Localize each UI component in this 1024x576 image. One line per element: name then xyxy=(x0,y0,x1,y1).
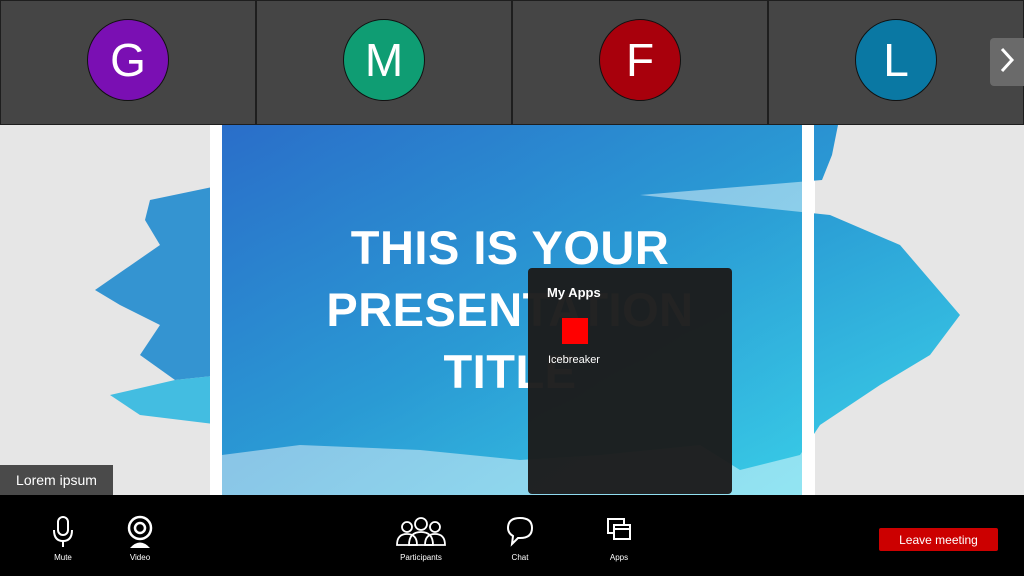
app-item-icebreaker[interactable]: Icebreaker xyxy=(542,316,606,368)
chat-label: Chat xyxy=(511,553,529,562)
camera-icon xyxy=(126,515,154,549)
app-icon xyxy=(562,318,588,344)
mute-button[interactable]: Mute xyxy=(28,515,98,565)
chat-button[interactable]: Chat xyxy=(485,515,555,565)
speaker-name-label: Lorem ipsum xyxy=(0,465,113,495)
chevron-right-icon xyxy=(999,47,1015,78)
video-label: Video xyxy=(129,553,151,562)
participants-label: Participants xyxy=(400,553,442,562)
apps-label: Apps xyxy=(609,553,629,562)
app-label: Icebreaker xyxy=(548,354,600,366)
windows-icon xyxy=(605,515,633,549)
apps-button[interactable]: Apps xyxy=(584,515,654,565)
apps-panel: My Apps Icebreaker xyxy=(528,268,732,494)
participant-strip: G M F L xyxy=(0,0,1024,125)
leave-meeting-button[interactable]: Leave meeting xyxy=(879,528,998,551)
presentation-stage: THIS IS YOUR PRESENTATION TITLE Lorem ip… xyxy=(0,125,1024,495)
participant-tile[interactable]: F xyxy=(512,0,768,125)
apps-panel-title: My Apps xyxy=(547,285,601,300)
avatar: G xyxy=(87,19,169,101)
participant-tile[interactable]: M xyxy=(256,0,512,125)
mute-label: Mute xyxy=(54,553,72,562)
avatar: L xyxy=(855,19,937,101)
microphone-icon xyxy=(50,515,76,549)
participant-tile[interactable]: L xyxy=(768,0,1024,125)
meeting-toolbar: Mute Video Participants Chat Apps Leave … xyxy=(0,495,1024,576)
avatar: F xyxy=(599,19,681,101)
video-button[interactable]: Video xyxy=(105,515,175,565)
avatar: M xyxy=(343,19,425,101)
next-participants-button[interactable] xyxy=(990,38,1024,86)
participant-tile[interactable]: G xyxy=(0,0,256,125)
chat-bubble-icon xyxy=(505,515,535,549)
people-icon xyxy=(393,515,449,549)
participants-button[interactable]: Participants xyxy=(386,515,456,565)
